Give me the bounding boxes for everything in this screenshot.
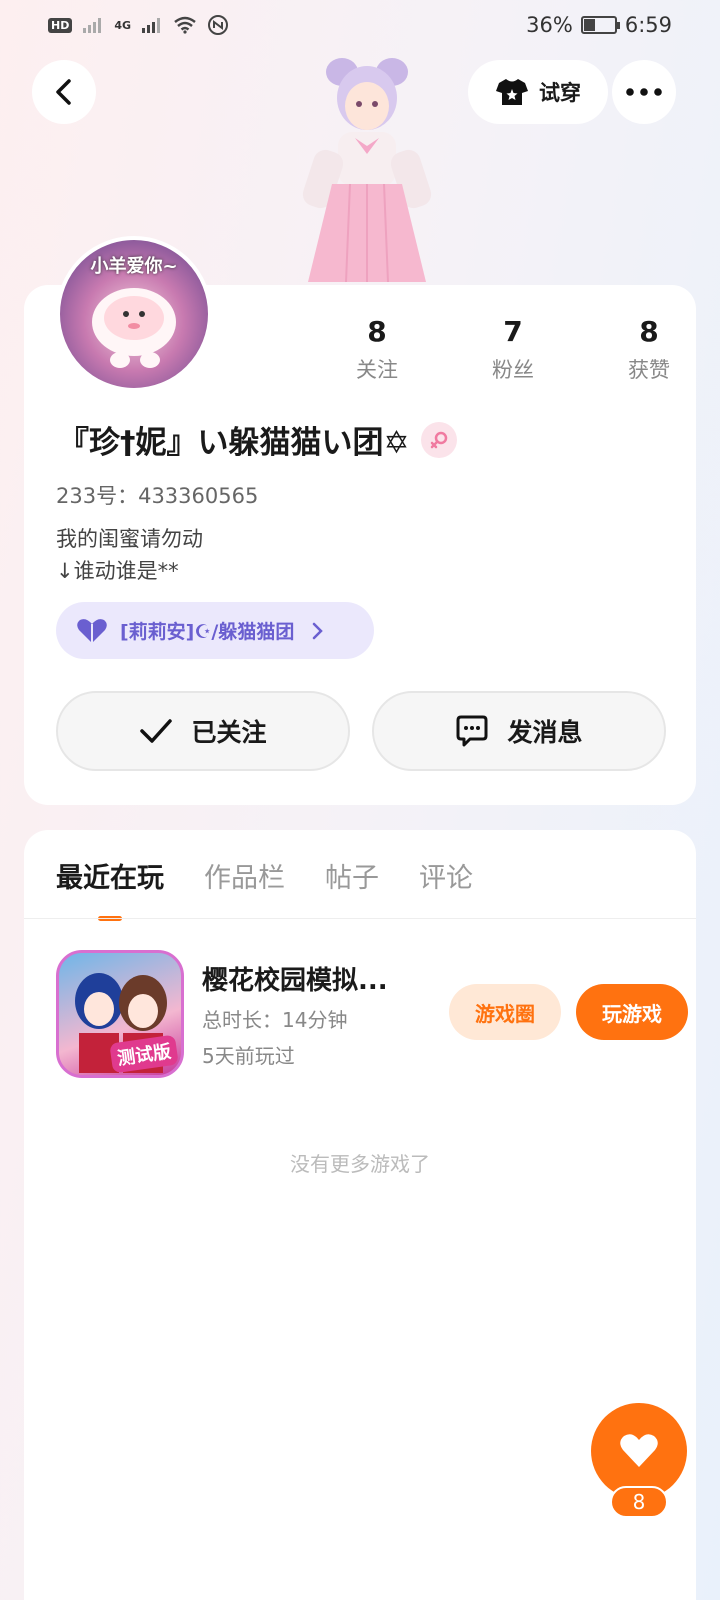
- like-count: 8: [610, 1486, 668, 1518]
- tab-divider: [24, 918, 696, 919]
- game-title: 樱花校园模拟...: [202, 966, 388, 996]
- battery-fill: [583, 19, 596, 31]
- heart-icon: [620, 1434, 658, 1467]
- follow-button[interactable]: 已关注: [56, 691, 350, 771]
- more-icon: [626, 88, 662, 96]
- wifi-icon: [174, 16, 196, 34]
- stat-following[interactable]: 8 关注: [309, 315, 445, 384]
- action-buttons: 已关注 发消息: [56, 691, 666, 771]
- status-right: 36% 6:59: [526, 13, 672, 37]
- bio: 我的闺蜜请勿动 ↓谁动谁是**: [56, 523, 203, 587]
- message-label: 发消息: [507, 718, 583, 747]
- game-duration: 总时长：14分钟: [202, 1008, 348, 1032]
- female-gender-icon: [421, 421, 458, 458]
- status-left: HD 4G: [48, 14, 229, 36]
- more-button[interactable]: [612, 60, 676, 124]
- stat-label: 关注: [356, 358, 398, 382]
- game-icon[interactable]: 测试版: [56, 950, 184, 1078]
- signal-strong-icon: [142, 18, 161, 33]
- follow-label: 已关注: [191, 718, 267, 747]
- tshirt-icon: [496, 79, 528, 105]
- tab-recent[interactable]: 最近在玩: [56, 856, 164, 895]
- clock: 6:59: [624, 13, 672, 37]
- status-bar: HD 4G 36% 6:59: [0, 0, 720, 50]
- chevron-left-icon: [56, 79, 71, 105]
- hd-badge: HD: [48, 17, 73, 33]
- nfc-icon: [208, 15, 229, 35]
- try-on-button[interactable]: 试穿: [468, 60, 608, 124]
- nickname: 『珍†妮』い躲猫猫い团✡: [58, 417, 458, 462]
- game-circle-button[interactable]: 游戏圈: [449, 984, 561, 1040]
- group-name: [莉莉安]☪/躲猫猫团: [120, 621, 295, 643]
- signal-label: 4G: [114, 18, 132, 32]
- try-on-label: 试穿: [539, 81, 581, 105]
- check-icon: [140, 719, 173, 743]
- bio-line: ↓谁动谁是**: [56, 559, 179, 583]
- chevron-right-icon: [313, 622, 324, 639]
- play-game-button[interactable]: 玩游戏: [576, 984, 688, 1040]
- battery-icon: [580, 16, 620, 34]
- back-button[interactable]: [32, 60, 96, 124]
- heart-icon: [77, 618, 107, 643]
- stat-value: 8: [639, 315, 659, 348]
- stat-label: 获赞: [628, 358, 670, 382]
- tab-bar: 最近在玩 作品栏 帖子 评论: [56, 856, 473, 895]
- tab-works[interactable]: 作品栏: [204, 856, 285, 895]
- sheep-icon: [92, 288, 176, 368]
- like-button[interactable]: [591, 1403, 687, 1499]
- signal-icon: [83, 18, 102, 33]
- chat-icon: [456, 715, 488, 747]
- group-chip[interactable]: [莉莉安]☪/躲猫猫团: [56, 602, 374, 659]
- stat-label: 粉丝: [492, 358, 534, 382]
- stat-likes[interactable]: 8 获赞: [581, 315, 717, 384]
- game-last-played: 5天前玩过: [202, 1044, 295, 1068]
- no-more-text: 没有更多游戏了: [290, 1152, 430, 1176]
- character-figure: [302, 58, 432, 283]
- tab-comments[interactable]: 评论: [419, 856, 473, 895]
- nickname-text: 『珍†妮』い躲猫猫い团✡: [58, 425, 410, 461]
- battery-percent: 36%: [526, 13, 573, 37]
- user-id: 233号：433360565: [56, 484, 259, 508]
- stat-value: 7: [503, 315, 523, 348]
- message-button[interactable]: 发消息: [372, 691, 666, 771]
- tab-posts[interactable]: 帖子: [325, 856, 379, 895]
- game-list-item[interactable]: 测试版 樱花校园模拟... 总时长：14分钟 5天前玩过 游戏圈 玩游戏: [56, 950, 688, 1078]
- avatar[interactable]: 小羊爱你~: [56, 236, 212, 392]
- stat-value: 8: [367, 315, 387, 348]
- content-card: 最近在玩 作品栏 帖子 评论 测试版 樱花校园模拟... 总时长：14分钟 5天…: [24, 830, 696, 1600]
- stats-row: 8 关注 7 粉丝 8 获赞: [309, 315, 717, 384]
- bio-line: 我的闺蜜请勿动: [56, 527, 203, 551]
- stat-followers[interactable]: 7 粉丝: [445, 315, 581, 384]
